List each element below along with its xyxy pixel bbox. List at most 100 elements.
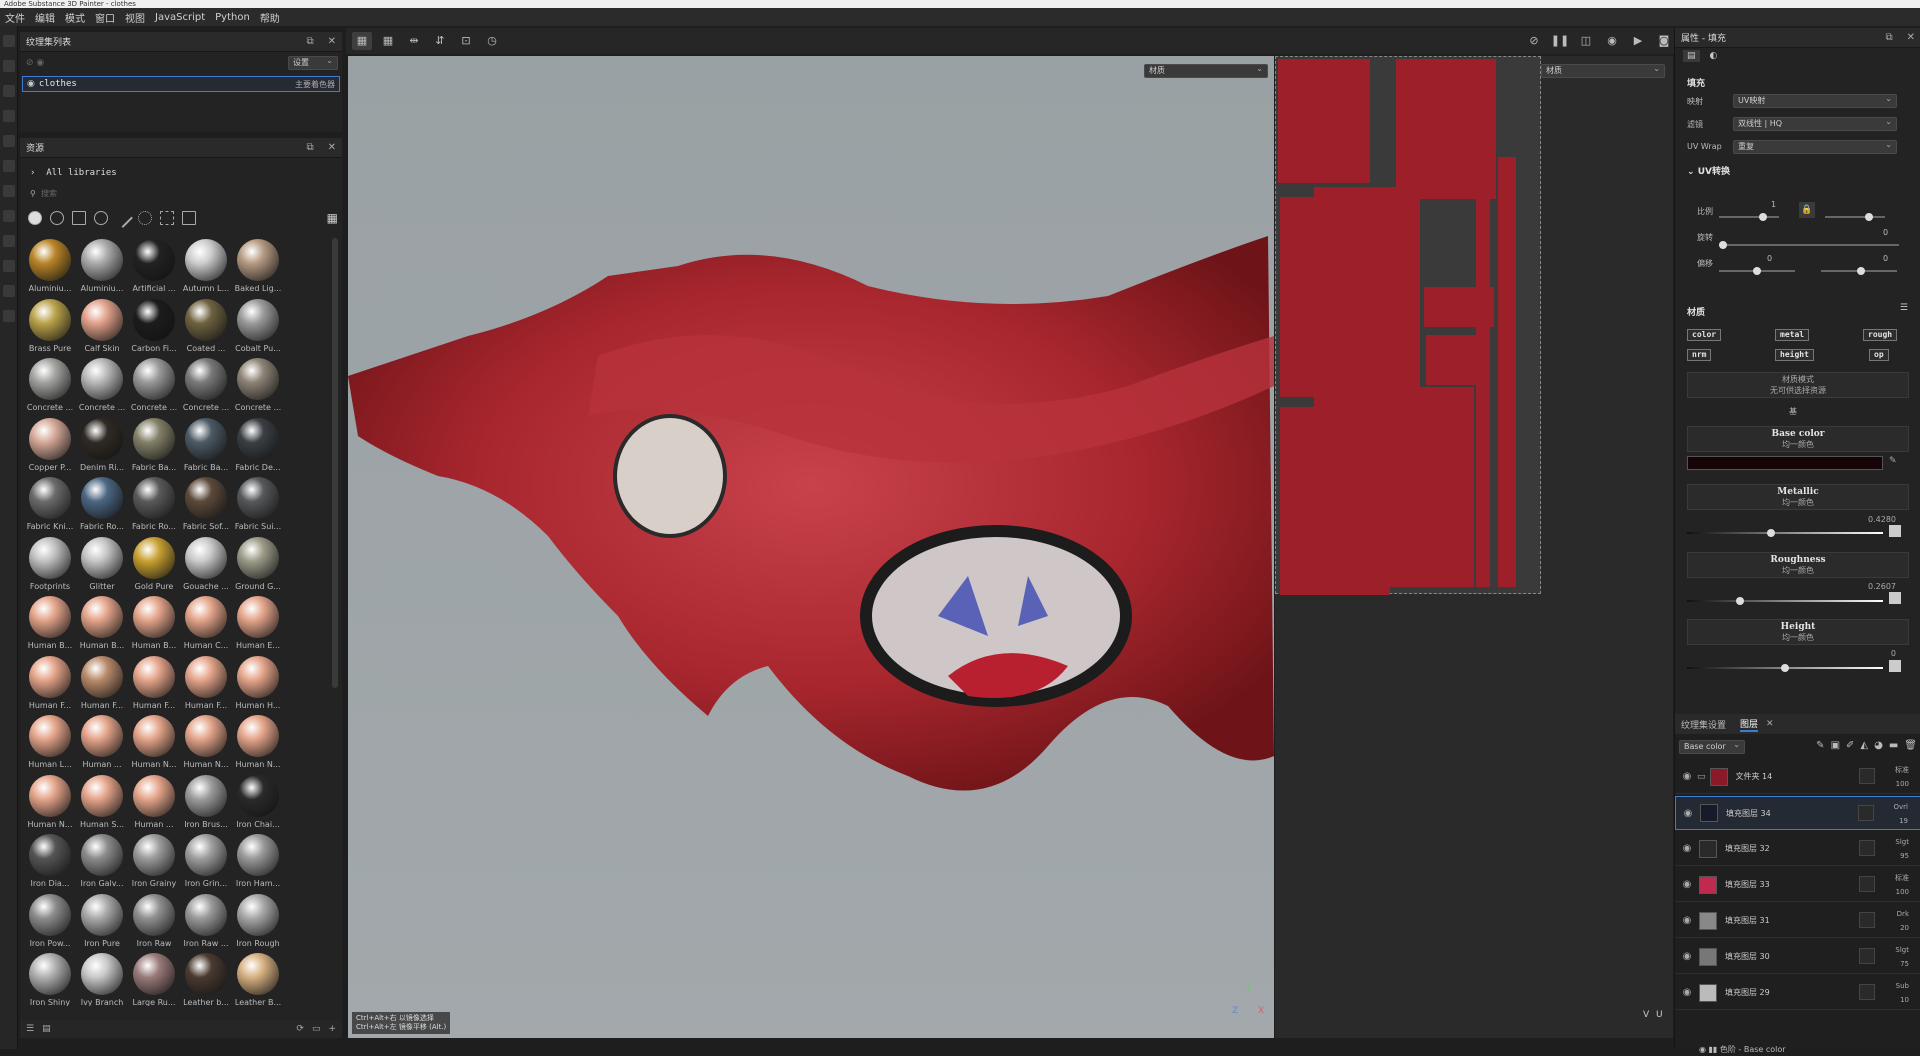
projection-icon[interactable] — [3, 85, 15, 97]
layer-row[interactable]: ◉ 填充图层 30 Slgt 75 — [1675, 940, 1920, 974]
asset-item[interactable]: Iron Raw — [128, 891, 180, 951]
asset-item[interactable]: Human H... — [232, 653, 284, 713]
base-color-box[interactable]: Base color 均一颜色 — [1687, 426, 1909, 452]
asset-item[interactable]: Concrete ... — [24, 355, 76, 415]
offset-v-slider[interactable] — [1821, 267, 1897, 275]
asset-item[interactable]: Human N... — [232, 712, 284, 772]
height-knob[interactable] — [1781, 664, 1789, 672]
asset-item[interactable]: Ground G... — [232, 534, 284, 594]
asset-item[interactable]: Footprints — [24, 534, 76, 594]
asset-item[interactable]: Aluminiu... — [76, 236, 128, 296]
channel-rough-button[interactable]: rough — [1863, 329, 1898, 341]
channel-op-button[interactable]: op — [1869, 349, 1889, 361]
layer-row[interactable]: ◉ 填充图层 31 Drk 20 — [1675, 904, 1920, 938]
search-field[interactable]: ⚲ 搜索 — [30, 188, 330, 202]
asset-item[interactable]: Fabric De... — [232, 415, 284, 475]
share-icon[interactable] — [3, 285, 15, 297]
shader-label[interactable]: 主要着色器 — [295, 79, 335, 90]
add-folder-icon[interactable]: ▬ — [1889, 740, 1898, 751]
scale-v-slider[interactable] — [1825, 213, 1885, 221]
asset-item[interactable]: Autumn L... — [180, 236, 232, 296]
layer-row[interactable]: ◉ ▭ 文件夹 14 标准 100 — [1675, 760, 1920, 794]
eye-icon[interactable]: ◉ — [1699, 1045, 1709, 1054]
layer-row[interactable]: ◉ 填充图层 33 标准 100 — [1675, 868, 1920, 902]
add-fill-layer-icon[interactable]: ◭ — [1860, 740, 1868, 751]
channel-color-button[interactable]: color — [1687, 329, 1722, 341]
asset-item[interactable]: Concrete ... — [232, 355, 284, 415]
filter-procedurals-icon[interactable] — [160, 211, 174, 225]
asset-item[interactable]: Iron Chai... — [232, 772, 284, 832]
asset-item[interactable]: Leather B... — [232, 950, 284, 1006]
channel-nrm-button[interactable]: nrm — [1687, 349, 1712, 361]
float-panel-icon[interactable]: ⧉ — [306, 36, 313, 47]
metallic-slider[interactable] — [1687, 529, 1883, 537]
float-panel-icon[interactable]: ⧉ — [1885, 32, 1892, 43]
layer-blend[interactable]: 标准 100 — [1895, 871, 1909, 899]
menu-window[interactable]: 窗口 — [95, 10, 115, 25]
open-folder-icon[interactable]: ▭ — [312, 1024, 321, 1034]
layer-mask-thumbnail[interactable] — [1859, 876, 1875, 892]
menu-edit[interactable]: 编辑 — [35, 10, 55, 25]
scale-knob[interactable] — [1759, 213, 1767, 221]
screenshot-icon[interactable]: ◙ — [1654, 32, 1674, 50]
asset-item[interactable]: Fabric Ro... — [128, 474, 180, 534]
filter-smart-materials-icon[interactable] — [50, 211, 64, 225]
save-search-icon[interactable]: ▤ — [42, 1024, 51, 1034]
roughness-map-icon[interactable] — [1889, 592, 1901, 604]
filter-brushes-icon[interactable] — [113, 208, 133, 228]
base-color-swatch[interactable] — [1687, 456, 1883, 470]
asset-item[interactable]: Iron Ham... — [232, 831, 284, 891]
material-preview-icon[interactable]: ◐ — [1706, 50, 1722, 62]
frame-icon[interactable]: ⊡ — [456, 32, 476, 50]
asset-item[interactable]: Human B... — [76, 593, 128, 653]
float-panel-icon[interactable]: ⧉ — [306, 142, 313, 153]
asset-item[interactable]: Brass Pure — [24, 296, 76, 356]
asset-item[interactable]: Carbon Fi... — [128, 296, 180, 356]
metallic-map-icon[interactable] — [1889, 525, 1901, 537]
asset-item[interactable]: Iron Rough — [232, 891, 284, 951]
asset-item[interactable]: Human S... — [76, 772, 128, 832]
asset-item[interactable]: Fabric Ba... — [180, 415, 232, 475]
scale-v-knob[interactable] — [1865, 213, 1873, 221]
viewport-3d[interactable]: 材质 Ctrl+Alt+右 以镜像选择 Ctrl+Alt+左 镜像平移 (Alt… — [348, 56, 1274, 1038]
asset-item[interactable]: Human E... — [232, 593, 284, 653]
asset-item[interactable]: Iron Grin... — [180, 831, 232, 891]
texture-set-row[interactable]: ◉ clothes 主要着色器 — [22, 76, 340, 92]
asset-item[interactable]: Human N... — [128, 712, 180, 772]
asset-item[interactable]: Iron Dia... — [24, 831, 76, 891]
asset-item[interactable]: Iron Brus... — [180, 772, 232, 832]
asset-item[interactable]: Gouache ... — [180, 534, 232, 594]
asset-item[interactable]: Iron Raw ... — [180, 891, 232, 951]
offset-u-knob[interactable] — [1753, 267, 1761, 275]
asset-item[interactable]: Glitter — [76, 534, 128, 594]
asset-item[interactable]: Human ... — [76, 712, 128, 772]
asset-item[interactable]: Leather b... — [180, 950, 232, 1006]
visibility-eye-icon[interactable]: ◉ — [1680, 808, 1696, 819]
tab-texture-set-settings[interactable]: 纹理集设置 — [1681, 718, 1726, 731]
uv-transform-title[interactable]: ⌄ UV转换 — [1687, 164, 1730, 177]
tab-layers[interactable]: 图层 — [1740, 717, 1759, 732]
asset-item[interactable]: Baked Lig... — [232, 236, 284, 296]
asset-item[interactable]: Human F... — [76, 653, 128, 713]
uv-material-dropdown[interactable]: 材质 — [1541, 63, 1665, 78]
polygon-fill-icon[interactable] — [3, 210, 15, 222]
asset-item[interactable]: Cobalt Pu... — [232, 296, 284, 356]
asset-item[interactable]: Artificial ... — [128, 236, 180, 296]
menu-javascript[interactable]: JavaScript — [155, 12, 205, 23]
material-menu-icon[interactable]: ☰ — [1900, 303, 1908, 313]
material-mode-box[interactable]: 材质模式 无可供选择资源 — [1687, 372, 1909, 398]
offset-v-knob[interactable] — [1857, 267, 1865, 275]
offset-u-slider[interactable] — [1719, 267, 1795, 275]
render-icon[interactable] — [3, 310, 15, 322]
asset-item[interactable]: Human F... — [128, 653, 180, 713]
viewport-2d[interactable]: 材质 V U — [1275, 56, 1673, 1038]
add-mask-icon[interactable]: ▣ — [1831, 740, 1840, 751]
color-picker-icon[interactable] — [3, 185, 15, 197]
rotate-knob[interactable] — [1719, 241, 1727, 249]
add-effect-icon[interactable]: ✎ — [1816, 740, 1824, 751]
layer-mask-thumbnail[interactable] — [1859, 984, 1875, 1000]
asset-item[interactable]: Iron Galv... — [76, 831, 128, 891]
history-icon[interactable]: ◷ — [482, 32, 502, 50]
asset-item[interactable]: Human L... — [24, 712, 76, 772]
asset-item[interactable]: Fabric Ro... — [76, 474, 128, 534]
